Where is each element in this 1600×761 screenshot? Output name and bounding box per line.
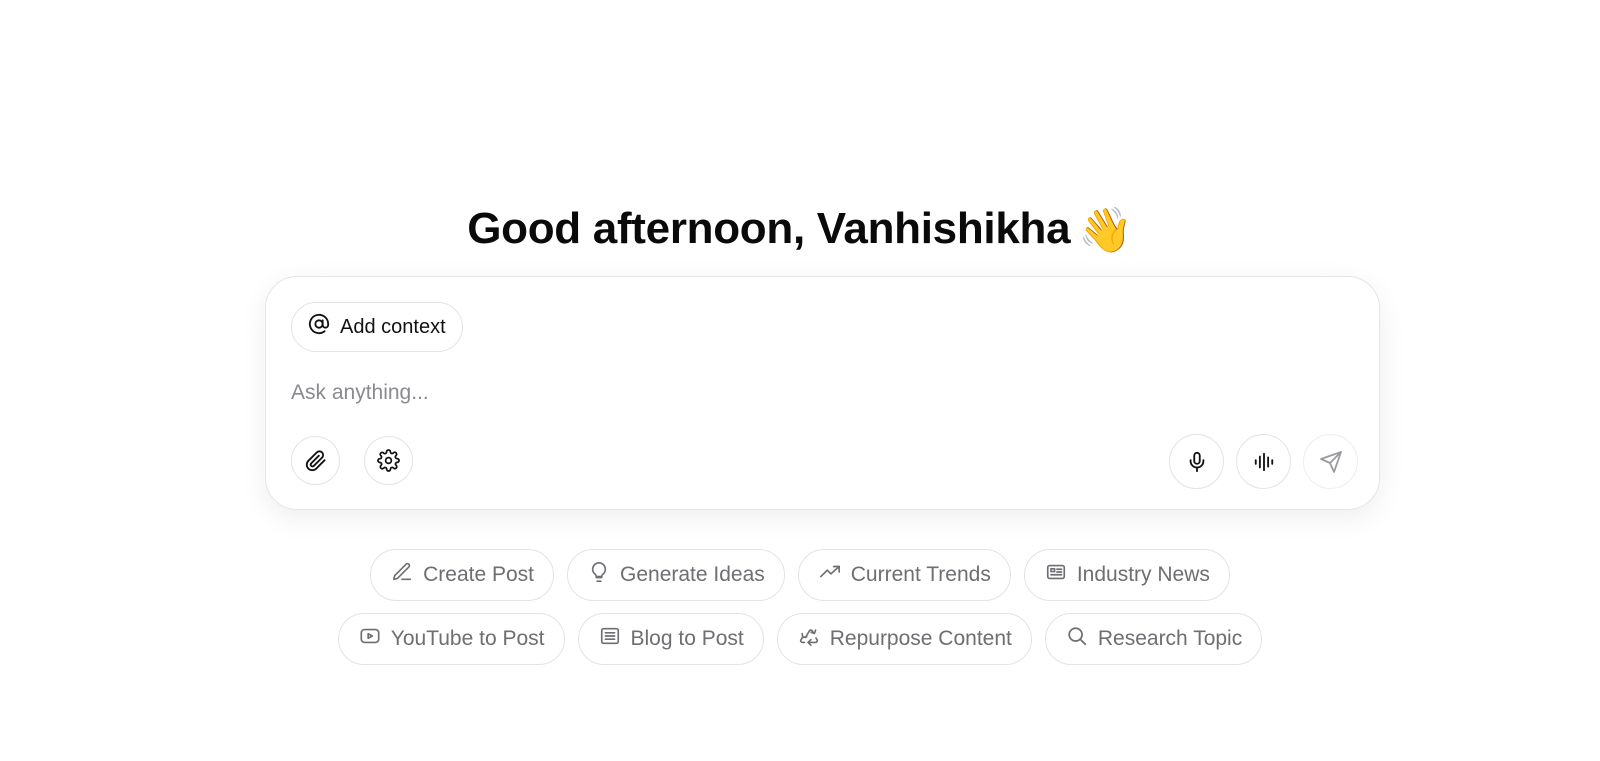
send-button[interactable] — [1303, 434, 1358, 489]
generate-ideas-chip[interactable]: Generate Ideas — [567, 549, 785, 601]
lightbulb-icon — [588, 561, 610, 589]
microphone-button[interactable] — [1169, 434, 1224, 489]
chat-home: Good afternoon, Vanhishikha 👋 Add context — [0, 0, 1600, 761]
suggestion-row-2: YouTube to Post Blog to Post Repurpose C… — [0, 613, 1600, 665]
current-trends-chip[interactable]: Current Trends — [797, 549, 1011, 601]
chip-label: Research Topic — [1097, 627, 1243, 650]
attach-file-button[interactable] — [291, 436, 340, 485]
chip-label: Blog to Post — [630, 627, 744, 650]
gear-icon — [377, 449, 400, 472]
greeting-text: Good afternoon, Vanhishikha — [467, 204, 1071, 254]
pencil-icon — [391, 561, 413, 589]
settings-button[interactable] — [364, 436, 413, 485]
newspaper-icon — [1045, 561, 1067, 589]
ask-anything-input[interactable] — [291, 373, 1331, 413]
suggestion-row-1: Create Post Generate Ideas Current Trend… — [0, 549, 1600, 601]
add-context-button[interactable]: Add context — [291, 302, 463, 352]
blog-to-post-chip[interactable]: Blog to Post — [577, 613, 764, 665]
article-icon — [599, 625, 621, 653]
create-post-chip[interactable]: Create Post — [370, 549, 554, 601]
chip-label: Create Post — [423, 563, 534, 586]
recycle-icon — [798, 625, 820, 653]
research-topic-chip[interactable]: Research Topic — [1044, 613, 1263, 665]
microphone-icon — [1186, 451, 1208, 473]
youtube-icon — [359, 625, 381, 653]
repurpose-content-chip[interactable]: Repurpose Content — [776, 613, 1032, 665]
chip-label: YouTube to Post — [390, 627, 545, 650]
prompt-composer: Add context — [265, 276, 1380, 510]
waving-hand-emoji: 👋 — [1078, 206, 1133, 256]
voice-mode-button[interactable] — [1236, 434, 1291, 489]
chip-label: Repurpose Content — [829, 627, 1012, 650]
at-sign-icon — [308, 313, 330, 341]
chip-label: Industry News — [1076, 563, 1210, 586]
chip-label: Current Trends — [850, 563, 991, 586]
youtube-to-post-chip[interactable]: YouTube to Post — [337, 613, 565, 665]
chip-label: Generate Ideas — [620, 563, 765, 586]
search-icon — [1066, 625, 1088, 653]
add-context-label: Add context — [340, 315, 446, 338]
paperclip-icon — [305, 449, 327, 472]
trending-up-icon — [819, 561, 841, 589]
industry-news-chip[interactable]: Industry News — [1023, 549, 1230, 601]
greeting-heading: Good afternoon, Vanhishikha 👋 — [0, 201, 1600, 259]
send-icon — [1319, 450, 1343, 474]
audio-waveform-icon — [1253, 451, 1275, 473]
